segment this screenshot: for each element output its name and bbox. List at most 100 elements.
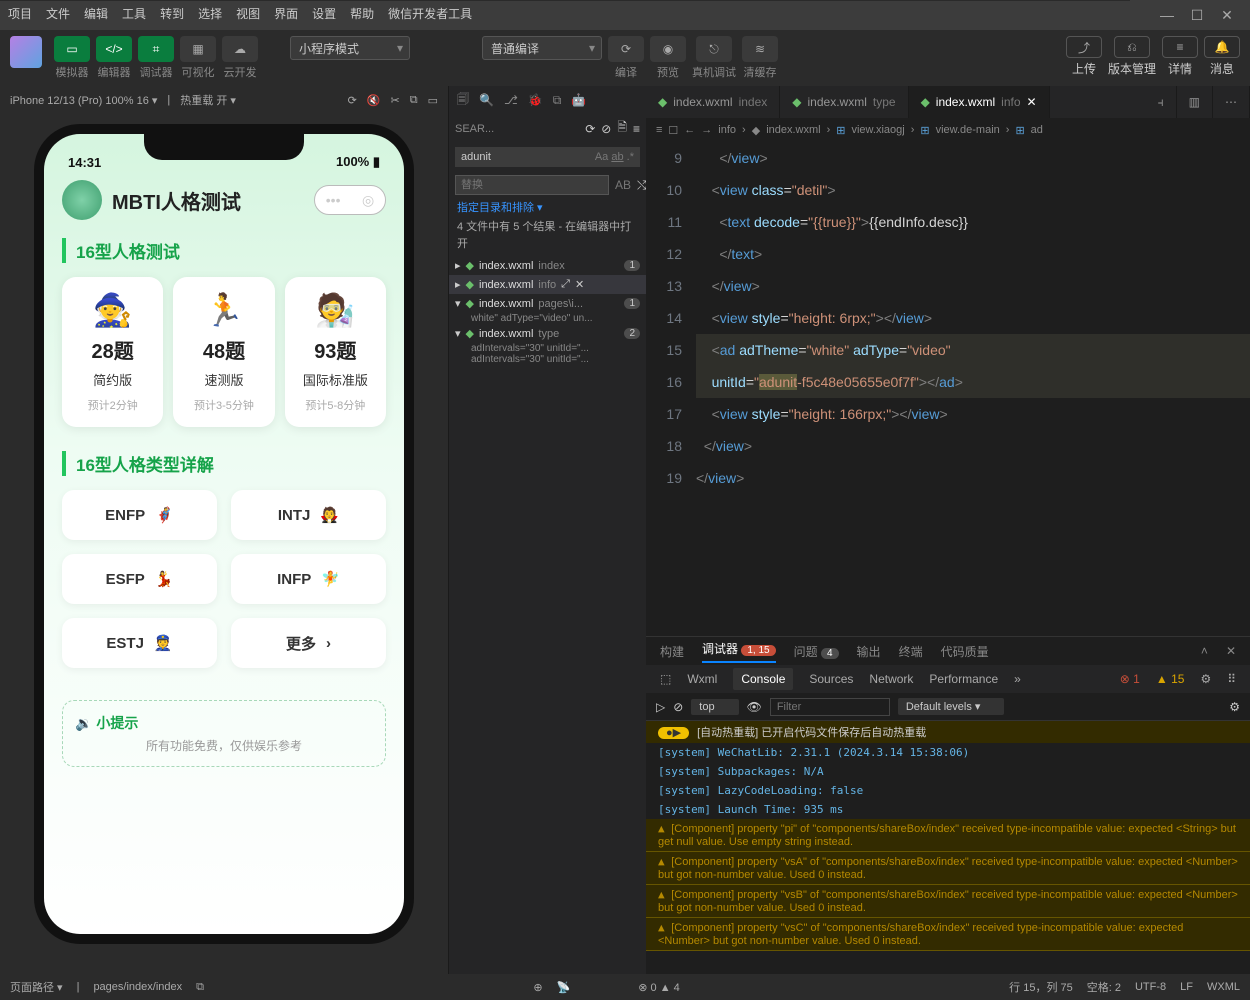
sim-mute-icon[interactable]: 🔇 (367, 94, 381, 107)
debug-icon[interactable]: 🐞 (528, 93, 543, 107)
device-select[interactable]: iPhone 12/13 (Pro) 100% 16 ▾ (10, 94, 157, 107)
broadcast-icon[interactable]: 📡 (557, 981, 571, 994)
copy-icon[interactable]: ⧉ (196, 981, 204, 994)
menu-item[interactable]: 文件 (46, 5, 70, 22)
search-input[interactable]: adunitAa ab .* (455, 147, 640, 167)
search-file[interactable]: ▸◆index.wxmlinfo⤢✕ (449, 275, 646, 294)
maximize-button[interactable]: ☐ (1182, 7, 1212, 24)
user-avatar[interactable] (10, 36, 42, 68)
compile-mode-select[interactable]: 普通编译 (482, 36, 602, 60)
chevron-up-icon[interactable]: ˄ (1201, 644, 1208, 658)
menu-item[interactable]: 项目 (8, 5, 32, 22)
gear-icon[interactable]: ⚙ (1229, 700, 1240, 714)
devtab-performance[interactable]: Performance (929, 672, 998, 686)
test-card[interactable]: 🧙28题简约版预计2分钟 (62, 277, 163, 427)
remote-debug-button[interactable]: ⎋真机调试 (692, 36, 736, 80)
editor-tab[interactable]: ◆index.wxml info ✕ (909, 86, 1050, 118)
visual-toggle[interactable]: ▦可视化 (180, 36, 216, 80)
goto-icon[interactable]: ⤢ (561, 278, 570, 291)
detail-button[interactable]: ≡详情 (1162, 36, 1198, 77)
encoding[interactable]: UTF-8 (1135, 981, 1166, 993)
editor-tab[interactable]: ◆index.wxml type (780, 86, 908, 118)
branch-icon[interactable]: ⎇ (504, 93, 518, 107)
bottom-tab-problems[interactable]: 问题 4 (794, 643, 839, 660)
close-button[interactable]: ✕ (1212, 7, 1242, 24)
menu-item[interactable]: 工具 (122, 5, 146, 22)
editor-tab[interactable]: ◆index.wxml index (646, 86, 780, 118)
editor-toggle[interactable]: </>编辑器 (96, 36, 132, 80)
panel-close-icon[interactable]: ✕ (1226, 644, 1236, 658)
version-button[interactable]: ⎌版本管理 (1108, 36, 1156, 77)
inspect-icon[interactable]: ⬚ (660, 672, 671, 686)
robot-icon[interactable]: 🤖 (571, 93, 586, 107)
devtab-wxml[interactable]: Wxml (687, 672, 717, 686)
filter-input[interactable] (770, 698, 890, 716)
route-label[interactable]: 页面路径 ▾ (10, 979, 63, 995)
dock-icon[interactable]: ⠿ (1227, 672, 1236, 686)
more-icon[interactable]: ⋯ (1213, 86, 1250, 118)
ext-icon[interactable]: ⧉ (553, 93, 562, 108)
scope-toggle[interactable]: 指定目录和排除 ▾ (449, 199, 646, 215)
devtab-network[interactable]: Network (869, 672, 913, 686)
clear-cache-button[interactable]: ≋清缓存 (742, 36, 778, 80)
devtab-sources[interactable]: Sources (809, 672, 853, 686)
menu-item[interactable]: 视图 (236, 5, 260, 22)
lang[interactable]: WXML (1207, 981, 1240, 993)
menu-item[interactable]: 界面 (274, 5, 298, 22)
upload-button[interactable]: ⤴上传 (1066, 36, 1102, 77)
search-match[interactable]: white" adType="video" un... (449, 313, 646, 324)
type-pill[interactable]: ENFP🦸 (62, 490, 217, 540)
miniapp-capsule[interactable]: •••◎ (314, 185, 386, 215)
eol[interactable]: LF (1180, 981, 1193, 993)
explorer-icon[interactable]: 🗐 (457, 90, 469, 111)
clear-icon[interactable]: ⊘ (601, 122, 611, 136)
more-pill[interactable]: 更多 › (231, 618, 386, 668)
menu-item[interactable]: 转到 (160, 5, 184, 22)
type-pill[interactable]: INFP🧚 (231, 554, 386, 604)
simulator-toggle[interactable]: ▭模拟器 (54, 36, 90, 80)
bottom-tab-output[interactable]: 输出 (857, 643, 881, 660)
breadcrumb[interactable]: ≡☐←→ info › ◆ index.wxml › ⊞ view.xiaogj… (646, 118, 1250, 142)
message-button[interactable]: 🔔消息 (1204, 36, 1240, 77)
sim-refresh-icon[interactable]: ⟳ (348, 94, 357, 107)
code-editor[interactable]: 910111213141516171819 </view> <view clas… (646, 142, 1250, 636)
bottom-tab-terminal[interactable]: 终端 (899, 643, 923, 660)
compare-icon[interactable]: ⫞ (1146, 86, 1177, 118)
minimize-button[interactable]: — (1152, 7, 1182, 23)
mode-select[interactable]: 小程序模式 (290, 36, 410, 60)
play-icon[interactable]: ▷ (656, 700, 665, 714)
more-tabs-icon[interactable]: » (1014, 672, 1021, 686)
bottom-tab-debugger[interactable]: 调试器 1, 15 (702, 640, 776, 663)
sim-cut-icon[interactable]: ✂ (391, 94, 400, 107)
menu-item[interactable]: 微信开发者工具 (388, 5, 472, 22)
hotreload-toggle[interactable]: 热重载 开 ▾ (180, 92, 236, 108)
eye-icon[interactable]: 👁 (747, 700, 762, 714)
test-card[interactable]: 🧑‍🔬93题国际标准版预计5-8分钟 (285, 277, 386, 427)
debugger-toggle[interactable]: ⌗调试器 (138, 36, 174, 80)
bottom-tab-build[interactable]: 构建 (660, 643, 684, 660)
search-match[interactable]: adIntervals="30" unitId="... (449, 343, 646, 354)
close-icon[interactable]: ✕ (1027, 95, 1037, 109)
refresh-icon[interactable]: ⟳ (585, 122, 595, 136)
search-icon[interactable]: 🔍 (479, 93, 494, 107)
menu-item[interactable]: 选择 (198, 5, 222, 22)
newfile-icon[interactable]: 🗎 (617, 118, 627, 139)
search-file[interactable]: ▸◆index.wxmlindex1 (449, 256, 646, 275)
preview-button[interactable]: ◉预览 (650, 36, 686, 80)
type-pill[interactable]: ESFP💃 (62, 554, 217, 604)
search-file[interactable]: ▾◆index.wxmlpages\i...1 (449, 294, 646, 313)
cursor-pos[interactable]: 行 15，列 75 (1009, 979, 1073, 995)
type-pill[interactable]: INTJ🧛 (231, 490, 386, 540)
replace-input[interactable] (455, 175, 609, 195)
sim-popout-icon[interactable]: ⧉ (410, 94, 418, 107)
status-errors[interactable]: ⊗ 0 ▲ 4 (638, 981, 680, 994)
menu-item[interactable]: 编辑 (84, 5, 108, 22)
devtab-console[interactable]: Console (733, 668, 793, 690)
target-icon[interactable]: ⊕ (533, 981, 542, 994)
test-card[interactable]: 🏃48题速测版预计3-5分钟 (173, 277, 274, 427)
indent[interactable]: 空格: 2 (1087, 979, 1121, 995)
menu-item[interactable]: 帮助 (350, 5, 374, 22)
collapse-icon[interactable]: ≡ (633, 122, 640, 136)
bottom-tab-quality[interactable]: 代码质量 (941, 643, 989, 660)
split-icon[interactable]: ▥ (1177, 86, 1213, 118)
